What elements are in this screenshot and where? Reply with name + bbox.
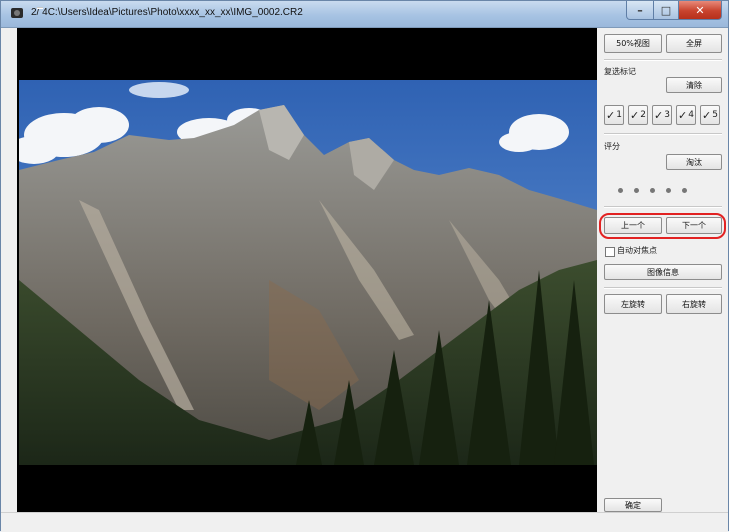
check-mark-5-button[interactable]: ✓ 5 <box>700 105 720 125</box>
reject-button[interactable]: 淘汰 <box>666 154 722 170</box>
check-mark-2-button[interactable]: ✓ 2 <box>628 105 648 125</box>
window-title: 2/ 4 C:\Users\Idea\Pictures\Photo\xxxx_xx… <box>31 7 303 18</box>
close-button[interactable]: ✕ <box>679 1 722 20</box>
camera-icon <box>11 8 23 18</box>
mountain-photo <box>19 80 597 465</box>
prev-next-highlight <box>599 213 726 239</box>
minimize-button[interactable]: – <box>626 1 654 20</box>
control-panel: 50%视图 全屏 复选标记 清除 ✓ 1 ✓ 2 ✓ 3 ✓ 4 ✓ 5 评分 淘汰 上一… <box>598 28 728 512</box>
check-mark-icon: ✓ <box>630 108 640 122</box>
check-mark-icon: ✓ <box>678 108 688 122</box>
rating-star-3-icon[interactable] <box>650 188 655 193</box>
title-bar[interactable]: 2/ 4 C:\Users\Idea\Pictures\Photo\xxxx_xx… <box>1 1 728 28</box>
image-viewer-window: 2/ 4 C:\Users\Idea\Pictures\Photo\xxxx_xx… <box>0 0 729 532</box>
rating-star-5-icon[interactable] <box>682 188 687 193</box>
divider <box>604 287 722 289</box>
auto-af-checkbox[interactable] <box>605 247 615 257</box>
maximize-button[interactable]: □ <box>654 1 679 20</box>
divider <box>604 59 722 61</box>
check-mark-icon: ✓ <box>654 108 664 122</box>
file-path: C:\Users\Idea\Pictures\Photo\xxxx_xx_xx\… <box>47 7 303 18</box>
window-controls: – □ ✕ <box>626 1 722 20</box>
view-50-button[interactable]: 50%视图 <box>604 34 662 53</box>
check-mark-icon: ✓ <box>606 108 616 122</box>
rotate-left-button[interactable]: 左旋转 <box>604 294 662 314</box>
clear-checkmark-button[interactable]: 清除 <box>666 77 722 93</box>
divider <box>604 206 722 208</box>
check-mark-1-button[interactable]: ✓ 1 <box>604 105 624 125</box>
check-mark-icon: ✓ <box>702 108 712 122</box>
check-mark-3-button[interactable]: ✓ 3 <box>652 105 672 125</box>
check-mark-4-button[interactable]: ✓ 4 <box>676 105 696 125</box>
ok-button[interactable]: 确定 <box>604 498 662 512</box>
image-viewer[interactable] <box>17 28 597 512</box>
rotate-right-button[interactable]: 右旋转 <box>666 294 722 314</box>
rating-star-1-icon[interactable] <box>618 188 623 193</box>
rating-star-2-icon[interactable] <box>634 188 639 193</box>
maximize-icon: □ <box>660 3 672 17</box>
minimize-icon: – <box>637 3 643 17</box>
rating-heading: 评分 <box>604 142 620 151</box>
close-icon: ✕ <box>695 3 705 17</box>
auto-af-label: 自动对焦点 <box>617 246 657 255</box>
status-bar <box>1 512 728 532</box>
rating-star-4-icon[interactable] <box>666 188 671 193</box>
divider <box>604 133 722 135</box>
image-info-button[interactable]: 图像信息 <box>604 264 722 280</box>
check-mark-heading: 复选标记 <box>604 67 636 76</box>
photo <box>19 80 597 465</box>
fullscreen-button[interactable]: 全屏 <box>666 34 722 53</box>
